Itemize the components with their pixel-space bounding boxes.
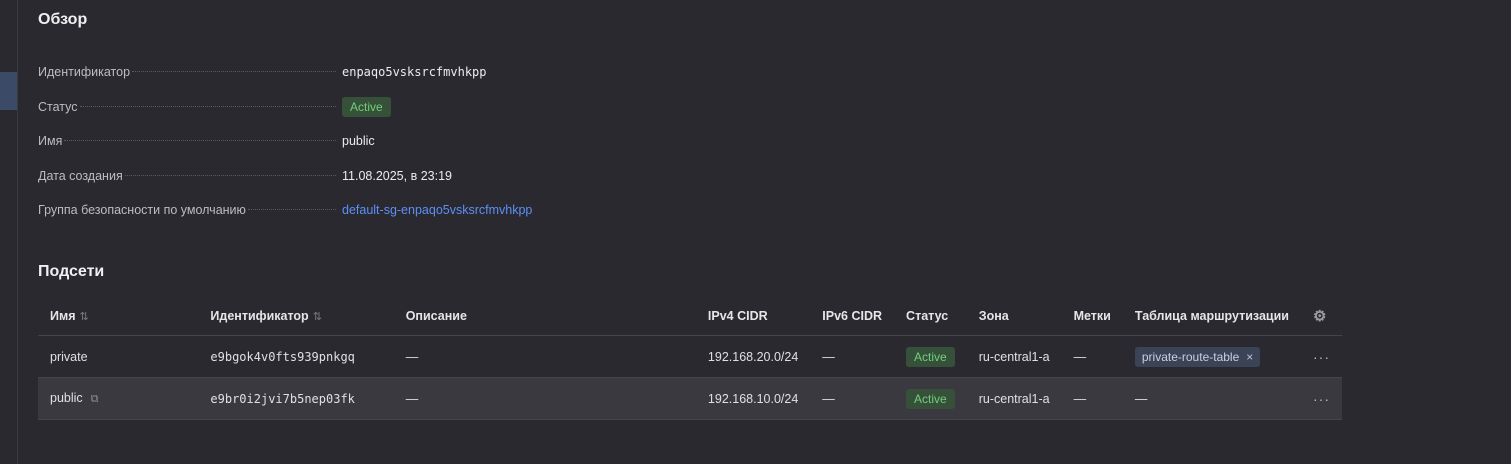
- status-badge: Active: [342, 96, 391, 117]
- subnet-id: e9bgok4v0fts939pnkgq: [198, 335, 394, 378]
- subnet-description: —: [393, 335, 696, 378]
- more-icon[interactable]: ···: [1313, 349, 1330, 365]
- subnet-labels: —: [1061, 377, 1123, 420]
- gear-icon[interactable]: ⚙: [1313, 308, 1326, 325]
- route-table-tag-label: private-route-table: [1141, 349, 1240, 364]
- subnet-zone: ru-central1-a: [966, 335, 1062, 378]
- prop-row-security-group: Группа безопасности по умолчанию default…: [38, 200, 638, 235]
- sort-icon[interactable]: ⇅: [313, 310, 322, 323]
- table-row[interactable]: private e9bgok4v0fts939pnkgq — 192.168.2…: [38, 335, 1342, 378]
- prop-row-status: Статус Active: [38, 96, 638, 132]
- column-header-labels: Метки: [1061, 296, 1123, 336]
- prop-label-security-group: Группа безопасности по умолчанию: [38, 200, 342, 220]
- subnet-zone: ru-central1-a: [966, 377, 1062, 420]
- subnets-title: Подсети: [38, 263, 105, 280]
- rail-active-item[interactable]: [0, 72, 17, 110]
- subnet-name[interactable]: public: [50, 391, 83, 405]
- prop-row-id: Идентификатор enpaqo5vsksrcfmvhkpp: [38, 62, 638, 97]
- subnet-route-table: —: [1122, 377, 1301, 420]
- close-icon[interactable]: ×: [1246, 350, 1253, 364]
- subnet-description: —: [393, 377, 696, 420]
- prop-label-name: Имя: [38, 131, 342, 151]
- column-header-route-table: Таблица маршрутизации: [1122, 296, 1301, 336]
- more-icon[interactable]: ···: [1313, 391, 1330, 407]
- column-header-zone: Зона: [966, 296, 1062, 336]
- prop-row-name: Имя public: [38, 131, 638, 166]
- column-header-ipv6: IPv6 CIDR: [810, 296, 895, 336]
- subnet-ipv6: —: [810, 377, 895, 420]
- column-header-status: Статус: [894, 296, 967, 336]
- overview-title: Обзор: [38, 11, 88, 28]
- subnet-ipv4: 192.168.10.0/24: [695, 377, 811, 420]
- status-badge: Active: [906, 346, 955, 367]
- column-header-description: Описание: [393, 296, 696, 336]
- table-header-row: Имя ⇅ Идентификатор ⇅ Описание IPv4 CIDR I…: [38, 296, 1342, 336]
- column-header-id[interactable]: Идентификатор ⇅: [198, 296, 394, 336]
- security-group-link[interactable]: default-sg-enpaqo5vsksrcfmvhkpp: [342, 200, 532, 220]
- left-rail: [0, 0, 18, 464]
- prop-label-created: Дата создания: [38, 166, 342, 186]
- subnet-ipv6: —: [810, 335, 895, 378]
- prop-value-created: 11.08.2025, в 23:19: [342, 168, 452, 183]
- subnet-labels: —: [1061, 335, 1123, 378]
- column-settings: ⚙: [1301, 296, 1342, 336]
- column-header-name[interactable]: Имя ⇅: [38, 296, 199, 336]
- sort-icon[interactable]: ⇅: [80, 310, 89, 323]
- app-frame: Обзор Идентификатор enpaqo5vsksrcfmvhkpp…: [0, 0, 1511, 464]
- prop-row-created: Дата создания 11.08.2025, в 23:19: [38, 166, 638, 201]
- copy-icon[interactable]: ⧉: [91, 393, 99, 406]
- prop-value-name: public: [342, 134, 375, 148]
- subnet-id: e9br0i2jvi7b5nep03fk: [198, 377, 394, 420]
- prop-label-id: Идентификатор: [38, 62, 342, 82]
- subnets-table: Имя ⇅ Идентификатор ⇅ Описание IPv4 CIDR I…: [38, 296, 1342, 420]
- overview-properties: Идентификатор enpaqo5vsksrcfmvhkpp Стату…: [38, 62, 638, 235]
- prop-value-id: enpaqo5vsksrcfmvhkpp: [342, 65, 487, 79]
- route-table-tag[interactable]: private-route-table ×: [1134, 346, 1261, 367]
- column-header-ipv4: IPv4 CIDR: [695, 296, 811, 336]
- main-content: Обзор Идентификатор enpaqo5vsksrcfmvhkpp…: [38, 0, 1511, 464]
- subnet-ipv4: 192.168.20.0/24: [695, 335, 811, 378]
- table-row[interactable]: public ⧉ e9br0i2jvi7b5nep03fk — 192.168.1…: [38, 377, 1342, 420]
- subnet-name[interactable]: private: [38, 335, 199, 378]
- prop-label-status: Статус: [38, 97, 342, 117]
- status-badge: Active: [906, 388, 955, 409]
